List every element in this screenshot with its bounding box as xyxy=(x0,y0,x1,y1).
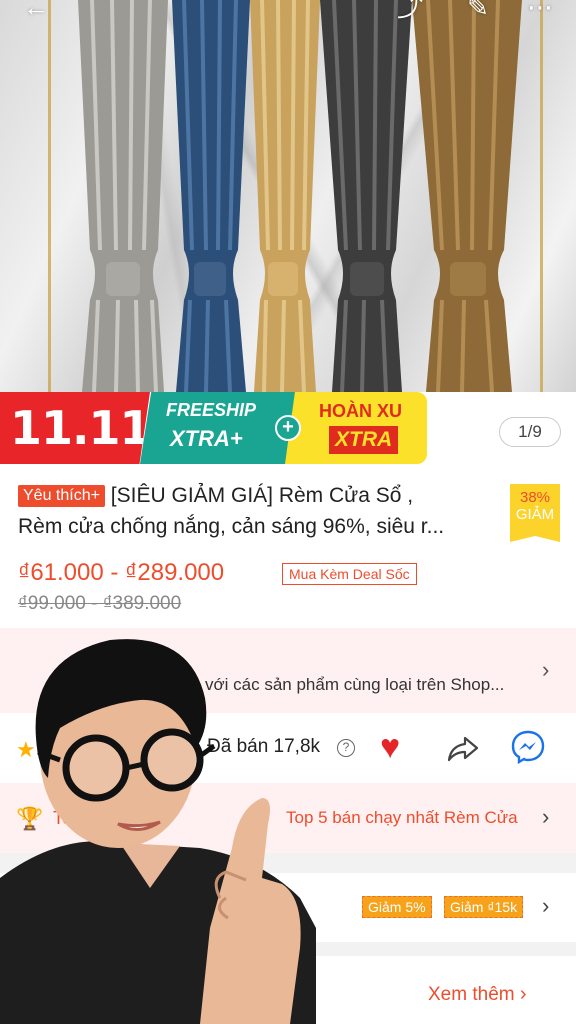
voucher-tag[interactable]: Giảm 5% xyxy=(362,896,432,918)
help-icon[interactable]: ? xyxy=(337,739,355,757)
freeship-title: FREESHIP xyxy=(166,400,257,420)
hoanxu-sub: XTRA xyxy=(329,426,399,454)
title-line-1: [SIÊU GIẢM GIÁ] Rèm Cửa Sổ , xyxy=(110,484,414,507)
voucher-tag[interactable]: Giảm ₫15k xyxy=(444,896,524,918)
plus-icon: + xyxy=(275,415,301,441)
promo-banner[interactable]: 11.11 FREESHIP XTRA+ + HOÀN XU XTRA 1/9 xyxy=(0,392,576,464)
image-counter: 1/9 xyxy=(499,417,561,447)
heart-icon[interactable]: ♥ xyxy=(380,728,400,767)
chevron-right-icon: › xyxy=(519,983,527,1005)
favorite-plus-tag: Yêu thích+ xyxy=(18,485,105,507)
discount-label: GIẢM xyxy=(515,506,555,523)
curtain-blue xyxy=(172,0,250,392)
curtain-gray xyxy=(78,0,168,392)
hoanxu-badge: HOÀN XU XTRA xyxy=(285,392,427,464)
messenger-icon[interactable] xyxy=(510,729,546,765)
gold-trim xyxy=(540,0,543,392)
share-arrow-icon[interactable] xyxy=(445,730,481,766)
title-line-2: Rèm cửa chống nắng, cản sáng 96%, siêu r… xyxy=(18,515,445,538)
sale-1111-label: 11.11 xyxy=(0,392,150,464)
gold-trim xyxy=(48,0,51,392)
edit-icon[interactable]: ✎ xyxy=(460,0,496,22)
see-more-label: Xem thêm xyxy=(428,984,515,1005)
discount-badge: 38% GIẢM xyxy=(510,484,560,542)
product-image[interactable]: ← ⤴ ✎ ⋯ xyxy=(0,0,576,392)
deal-tag[interactable]: Mua Kèm Deal Sốc xyxy=(282,563,417,585)
chevron-right-icon: › xyxy=(542,657,550,682)
product-title: Yêu thích+ [SIÊU GIẢM GIÁ] Rèm Cửa Sổ , … xyxy=(18,480,498,542)
current-price: ₫61.000 - ₫289.000 xyxy=(18,559,225,586)
original-price: ₫99.000 - ₫389.000 xyxy=(18,593,182,614)
curtain-brown xyxy=(412,0,522,392)
discount-percent: 38% xyxy=(519,489,551,506)
share-icon[interactable]: ⤴ xyxy=(392,0,428,22)
top-selling-text[interactable]: Top 5 bán chạy nhất Rèm Cửa xyxy=(286,808,518,828)
chevron-right-icon: › xyxy=(542,893,550,918)
chevron-right-icon: › xyxy=(542,804,550,829)
presenter-video-overlay xyxy=(0,639,316,1024)
freeship-sub: XTRA+ xyxy=(170,426,243,451)
hoanxu-title: HOÀN XU xyxy=(319,401,403,421)
see-more-link[interactable]: Xem thêm › xyxy=(428,983,527,1006)
curtain-black xyxy=(320,0,412,392)
back-arrow-icon[interactable]: ← xyxy=(18,0,54,22)
more-icon[interactable]: ⋯ xyxy=(522,0,558,22)
curtain-gold xyxy=(250,0,320,392)
